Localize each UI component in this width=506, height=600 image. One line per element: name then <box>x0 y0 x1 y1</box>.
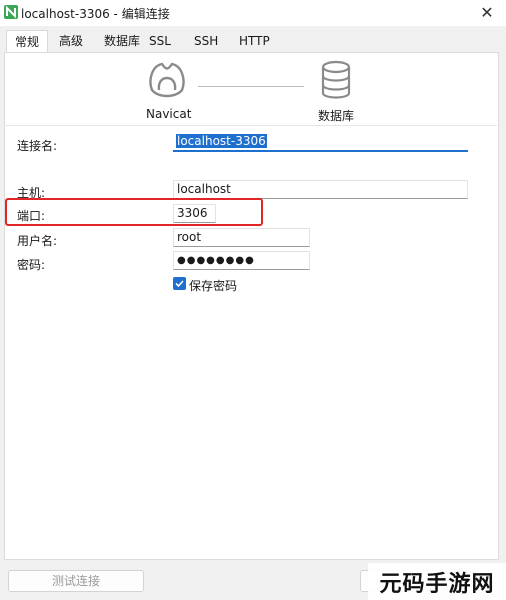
client-label: Navicat <box>146 107 192 121</box>
connection-name-value: localhost-3306 <box>176 134 267 148</box>
general-panel <box>4 52 499 560</box>
tab-ssh[interactable]: SSH <box>194 30 218 52</box>
test-connection-button[interactable]: 测试连接 <box>8 570 144 592</box>
tab-general[interactable]: 常规 <box>6 30 49 52</box>
password-label: 密码: <box>17 258 46 272</box>
server-label: 数据库 <box>318 109 355 123</box>
title-bar: localhost-3306 - 编辑连接 ✕ <box>0 0 506 26</box>
tab-advanced[interactable]: 高级 <box>59 30 83 52</box>
username-label: 用户名: <box>17 234 58 248</box>
connection-name-label: 连接名: <box>17 139 58 153</box>
connection-line <box>198 86 304 87</box>
port-highlight-box <box>5 198 263 226</box>
tab-bar: 常规 高级 数据库 SSL SSH HTTP <box>0 30 506 52</box>
navicat-app-icon <box>4 5 18 19</box>
tab-http[interactable]: HTTP <box>239 30 270 52</box>
connection-name-input[interactable]: localhost-3306 <box>173 133 468 152</box>
password-input[interactable]: ●●●●●●●● <box>173 251 310 270</box>
username-input[interactable]: root <box>173 228 310 247</box>
close-icon[interactable]: ✕ <box>478 4 496 22</box>
section-divider <box>4 125 497 126</box>
watermark: 元码手游网 <box>368 563 506 600</box>
tab-database[interactable]: 数据库 <box>104 30 140 52</box>
save-password-label: 保存密码 <box>189 279 238 293</box>
save-password-checkbox[interactable] <box>173 277 186 290</box>
window-title: localhost-3306 - 编辑连接 <box>21 7 170 21</box>
navicat-icon <box>149 62 185 98</box>
host-input[interactable]: localhost <box>173 180 468 199</box>
tab-ssl[interactable]: SSL <box>149 30 171 52</box>
database-icon <box>321 60 351 99</box>
